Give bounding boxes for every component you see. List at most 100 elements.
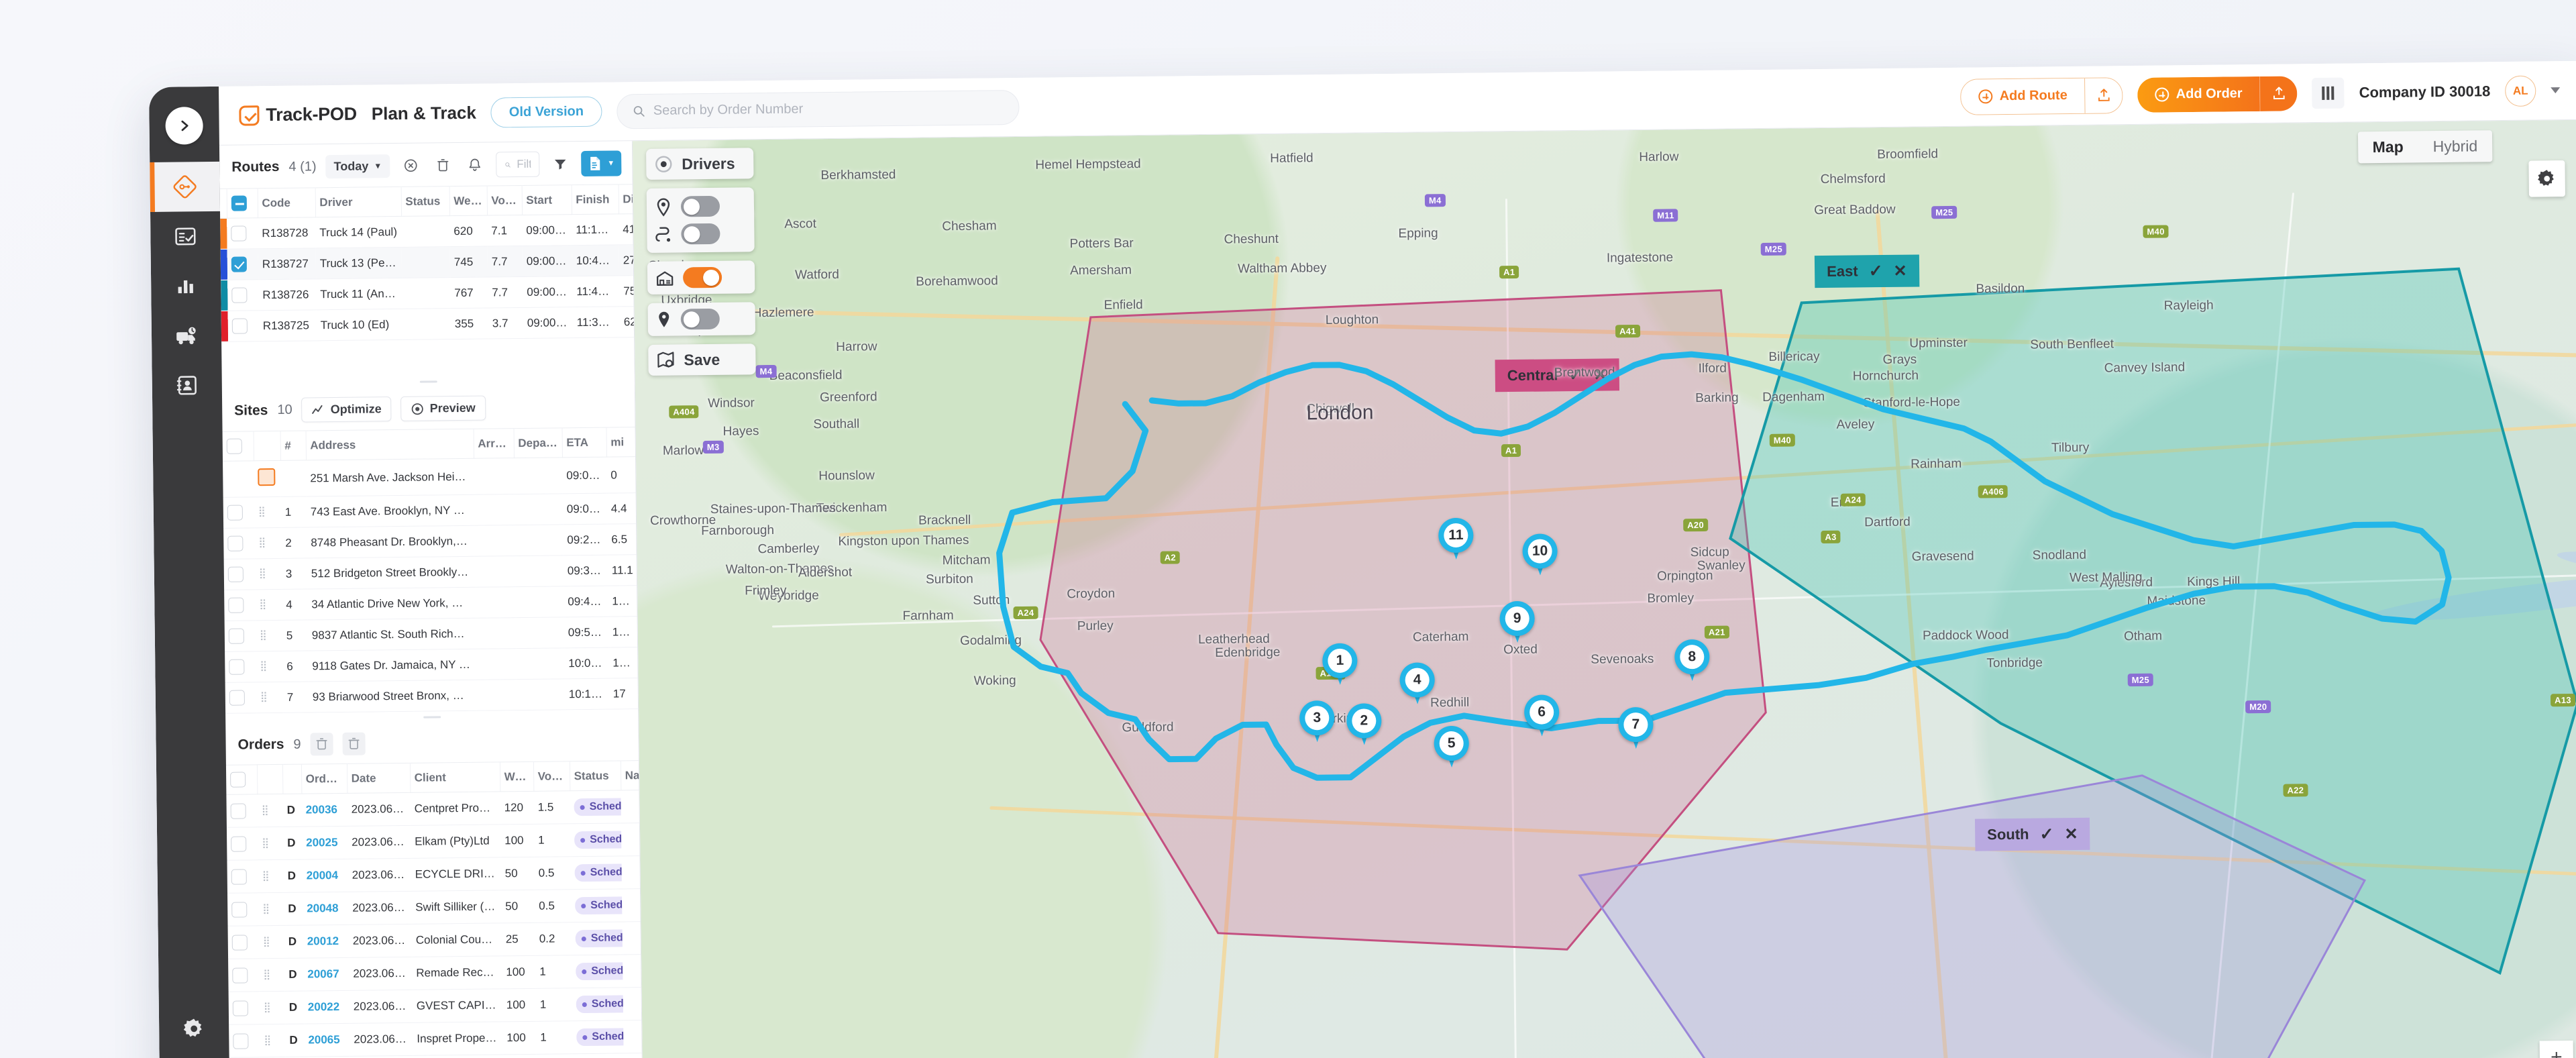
map-marker-pin[interactable]: 11 bbox=[1438, 517, 1474, 553]
map-marker-pin[interactable]: 8 bbox=[1674, 639, 1710, 675]
table-row[interactable]: ⣿D200042023.06.23ECYCLE DRIVE (PTY) LTD5… bbox=[227, 855, 643, 894]
order-drag-handle[interactable]: ⣿ bbox=[257, 794, 283, 827]
table-row[interactable]: 251 Marsh Ave. Jackson Heights, NY 11372… bbox=[223, 456, 637, 498]
zone-east-cancel-icon[interactable]: ✕ bbox=[1893, 261, 1907, 280]
table-row[interactable]: ⣿D200222023.06.23GVEST CAPITAL LLC1001Sc… bbox=[228, 987, 643, 1025]
order-number-link[interactable]: 20036 bbox=[301, 793, 347, 827]
zone-central-confirm-icon[interactable]: ✓ bbox=[1568, 365, 1582, 385]
order-checkbox[interactable] bbox=[231, 901, 248, 918]
route-checkbox[interactable] bbox=[231, 287, 248, 303]
table-row[interactable]: ⣿ 1 743 East Ave. Brooklyn, NY 11214 09:09 … bbox=[223, 492, 637, 529]
avatar[interactable]: AL bbox=[2505, 74, 2536, 107]
zone-south[interactable] bbox=[1538, 746, 2387, 1058]
routes-select-all-checkbox[interactable] bbox=[231, 195, 247, 211]
order-drag-handle[interactable]: ⣿ bbox=[258, 925, 285, 959]
order-number-link[interactable]: 20048 bbox=[302, 892, 349, 926]
notifications-button[interactable] bbox=[464, 154, 486, 176]
add-route-button[interactable]: Add Route bbox=[1960, 76, 2124, 115]
order-number-link[interactable]: 20025 bbox=[301, 826, 348, 860]
order-drag-handle[interactable]: ⣿ bbox=[259, 991, 286, 1024]
zone-label-east[interactable]: East ✓ ✕ bbox=[1814, 254, 1919, 288]
zone-label-central[interactable]: Central ✓ ✕ bbox=[1495, 358, 1619, 392]
map-marker-pin[interactable]: 4 bbox=[1399, 662, 1435, 698]
sidebar-expand-button[interactable] bbox=[165, 107, 203, 145]
order-number-link[interactable]: 20012 bbox=[303, 924, 350, 959]
sidebar-item-plan-track[interactable] bbox=[150, 161, 221, 212]
save-zones-button[interactable]: Save bbox=[648, 343, 756, 376]
zone-central-cancel-icon[interactable]: ✕ bbox=[1593, 365, 1607, 384]
delete-routes-button[interactable] bbox=[431, 154, 454, 176]
sidebar-item-settings[interactable] bbox=[159, 1014, 229, 1058]
table-row[interactable]: ⣿D200672023.06.23Remade Recycling (Pty).… bbox=[228, 954, 643, 992]
routes-filter-box[interactable] bbox=[495, 151, 540, 178]
import-routes-button[interactable] bbox=[2084, 77, 2123, 113]
site-drag-handle[interactable]: ⣿ bbox=[256, 682, 284, 713]
depots-layer-toggle[interactable] bbox=[682, 266, 722, 288]
site-checkbox[interactable] bbox=[227, 566, 244, 582]
optimize-button[interactable]: Optimize bbox=[301, 396, 392, 423]
map-type-hybrid[interactable]: Hybrid bbox=[2418, 130, 2492, 162]
chevron-down-icon[interactable] bbox=[2551, 87, 2561, 94]
table-row[interactable]: R138727 Truck 13 (Peter) 745 7.7 09:00 am 10:… bbox=[220, 244, 643, 280]
order-checkbox[interactable] bbox=[231, 868, 247, 885]
orders-delete-button[interactable] bbox=[342, 732, 366, 755]
map-type-switch[interactable]: Map Hybrid bbox=[2357, 130, 2493, 164]
site-checkbox[interactable] bbox=[228, 597, 244, 613]
map-zoom-in-button[interactable]: + bbox=[2539, 1040, 2574, 1058]
table-row[interactable]: ⣿D200652023.06.23Inspret Properties (Pty… bbox=[229, 1020, 643, 1058]
order-number-link[interactable]: 20065 bbox=[304, 1023, 350, 1057]
zone-south-confirm-icon[interactable]: ✓ bbox=[2039, 824, 2053, 844]
order-drag-handle[interactable]: ⣿ bbox=[258, 859, 284, 893]
sidebar-item-tasks[interactable] bbox=[150, 211, 221, 262]
zone-label-south[interactable]: South ✓ ✕ bbox=[1974, 817, 2090, 851]
map-type-map[interactable]: Map bbox=[2357, 131, 2418, 163]
table-row[interactable]: ⣿D200482023.06.23Swift Silliker (Pty) Lt… bbox=[227, 888, 643, 927]
order-number-link[interactable]: 20022 bbox=[303, 990, 350, 1024]
order-checkbox[interactable] bbox=[230, 802, 246, 819]
routes-export-button[interactable]: ▼ bbox=[581, 150, 622, 177]
site-checkbox[interactable] bbox=[227, 535, 244, 551]
old-version-button[interactable]: Old Version bbox=[490, 96, 602, 128]
table-row[interactable]: ⣿D200122023.06.23Colonial Country Club I… bbox=[227, 921, 643, 959]
table-row[interactable]: ⣿D200362023.06.23Centpret Properties (Pt… bbox=[226, 790, 643, 828]
table-row[interactable]: ⣿ 7 93 Briarwood Street Bronx, NY 10458 10:… bbox=[225, 678, 639, 714]
table-row[interactable]: R138725 Truck 10 (Ed) 355 3.7 09:00 am 11:38 … bbox=[221, 306, 643, 342]
table-row[interactable]: ⣿ 6 9118 Gates Dr. Jamaica, NY 11435 10:07 … bbox=[225, 647, 639, 683]
sidebar-item-contacts[interactable] bbox=[152, 360, 222, 411]
site-checkbox[interactable] bbox=[229, 659, 245, 675]
site-drag-handle[interactable]: ⣿ bbox=[255, 589, 282, 621]
depots-card[interactable] bbox=[647, 260, 755, 295]
order-drag-handle[interactable]: ⣿ bbox=[258, 892, 284, 926]
table-row[interactable]: ⣿3512 Bridgeton Street Brooklyn, NY 1123… bbox=[223, 554, 638, 590]
sites-layer-toggle[interactable] bbox=[680, 195, 720, 217]
add-order-main[interactable]: Add Order bbox=[2137, 76, 2260, 113]
table-row[interactable]: ⣿59837 Atlantic St. South Richmond Hill,… bbox=[224, 616, 639, 652]
map-marker-pin[interactable]: 5 bbox=[1434, 725, 1469, 761]
site-drag-handle[interactable]: ⣿ bbox=[254, 496, 282, 528]
table-row[interactable]: ⣿ 4 34 Atlantic Drive New York, NY 10023 09… bbox=[224, 585, 638, 621]
site-drag-handle[interactable]: ⣿ bbox=[256, 651, 283, 682]
order-drag-handle[interactable]: ⣿ bbox=[259, 958, 285, 992]
import-orders-button[interactable] bbox=[2259, 75, 2298, 111]
order-drag-handle[interactable]: ⣿ bbox=[260, 1024, 286, 1057]
markers-layer-toggle[interactable] bbox=[680, 308, 720, 330]
site-checkbox[interactable] bbox=[227, 505, 243, 521]
site-drag-handle[interactable]: ⣿ bbox=[255, 620, 283, 651]
orders-select-all-checkbox[interactable] bbox=[230, 772, 246, 788]
map-marker-pin[interactable]: 6 bbox=[1523, 694, 1560, 730]
site-drag-handle[interactable]: ⣿ bbox=[254, 527, 282, 559]
order-search-box[interactable] bbox=[616, 89, 1020, 129]
add-order-button[interactable]: Add Order bbox=[2137, 75, 2298, 113]
routes-date-filter[interactable]: Today ▼ bbox=[325, 154, 390, 178]
order-checkbox[interactable] bbox=[232, 967, 248, 984]
toggle-row-sites[interactable] bbox=[655, 195, 720, 217]
map-marker-pin[interactable]: 2 bbox=[1346, 703, 1382, 739]
markers-card[interactable] bbox=[647, 302, 756, 336]
apps-grid-button[interactable] bbox=[2312, 77, 2345, 109]
order-checkbox[interactable] bbox=[233, 1033, 249, 1049]
order-checkbox[interactable] bbox=[231, 934, 248, 951]
order-drag-handle[interactable]: ⣿ bbox=[257, 827, 284, 860]
preview-button[interactable]: Preview bbox=[400, 395, 486, 421]
route-checkbox[interactable] bbox=[231, 318, 248, 334]
clear-routes-button[interactable] bbox=[399, 154, 422, 177]
